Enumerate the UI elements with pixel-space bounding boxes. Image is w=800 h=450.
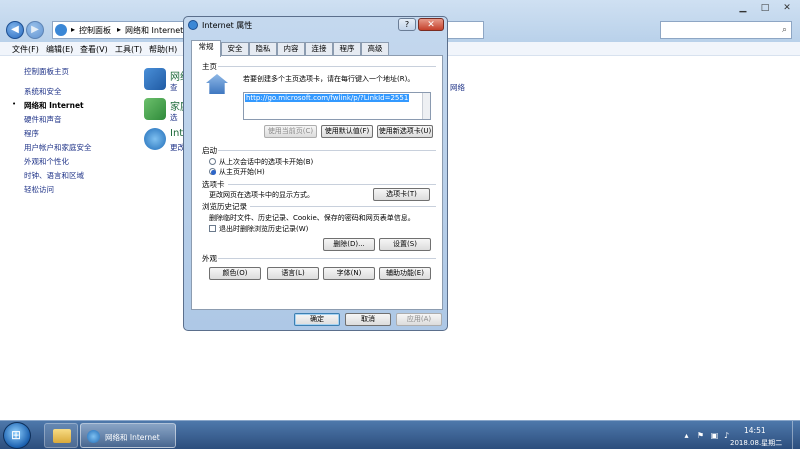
control-panel-icon: [55, 24, 67, 36]
menu-edit[interactable]: 编辑(E): [46, 44, 73, 55]
startup-group-heading: 启动: [202, 146, 217, 155]
homepage-url-field[interactable]: http://go.microsoft.com/fwlink/p/?LinkId…: [243, 92, 431, 120]
homegroup-icon: [144, 98, 166, 120]
breadcrumb-control-panel[interactable]: 控制面板: [79, 25, 111, 36]
menu-help[interactable]: 帮助(H): [149, 44, 177, 55]
show-desktop-button[interactable]: [792, 421, 800, 450]
tab-advanced[interactable]: 高级: [361, 42, 389, 56]
tabs-description: 更改网页在选项卡中的显示方式。: [209, 191, 314, 199]
dialog-title: Internet 属性: [202, 21, 253, 30]
cancel-button[interactable]: 取消: [345, 313, 391, 326]
tabs-group-heading: 选项卡: [202, 180, 225, 189]
colors-button[interactable]: 颜色(O): [209, 267, 261, 280]
sidebar-item-network[interactable]: 网络和 Internet: [24, 100, 84, 111]
use-new-tab-button[interactable]: 使用新选项卡(U): [377, 125, 433, 138]
homepage-description: 若要创建多个主页选项卡，请在每行键入一个地址(R)。: [243, 75, 415, 83]
tab-general[interactable]: 常规: [191, 40, 221, 57]
menu-file[interactable]: 文件(F): [12, 44, 39, 55]
taskbar-window-label: 网络和 Internet: [105, 433, 160, 442]
network-icon: [87, 430, 100, 443]
sidebar: 控制面板主页 系统和安全 • 网络和 Internet 硬件和声音 程序 用户帐…: [0, 56, 130, 420]
taskbar: ⊞ 网络和 Internet ▴ ⚑ ▣ ♪ 14:51 2018.08.星期二: [0, 420, 800, 450]
tab-content[interactable]: 内容: [277, 42, 305, 56]
start-button[interactable]: ⊞: [3, 422, 31, 449]
breadcrumb-separator: ▸: [117, 25, 122, 34]
clock-time[interactable]: 14:51: [744, 426, 766, 435]
delete-history-button[interactable]: 删除(D)...: [323, 238, 375, 251]
tab-privacy[interactable]: 隐私: [249, 42, 277, 56]
languages-button[interactable]: 语言(L): [267, 267, 319, 280]
tab-strip: 常规 安全 隐私 内容 连接 程序 高级: [191, 40, 443, 57]
startup-last-session-label[interactable]: 从上次会话中的选项卡开始(B): [219, 157, 313, 167]
group-divider: [228, 184, 436, 185]
internet-options-icon: [144, 128, 166, 150]
sidebar-item-clock-region[interactable]: 时钟、语言和区域: [24, 170, 84, 181]
show-hidden-icons[interactable]: ▴: [682, 431, 691, 440]
sidebar-item-user-accounts[interactable]: 用户帐户和家庭安全: [24, 142, 92, 153]
bullet-icon: •: [12, 100, 17, 108]
group-divider: [218, 150, 436, 151]
help-button[interactable]: ?: [398, 18, 416, 31]
close-button[interactable]: ✕: [418, 18, 444, 31]
apply-button[interactable]: 应用(A): [396, 313, 442, 326]
group-divider: [218, 66, 436, 67]
homepage-url-text: http://go.microsoft.com/fwlink/p/?LinkId…: [245, 94, 410, 102]
tab-security[interactable]: 安全: [221, 42, 249, 56]
internet-options-dialog: Internet 属性 ? ✕ 常规 安全 隐私 内容 连接 程序 高级 主页 …: [183, 16, 448, 331]
tabs-settings-button[interactable]: 选项卡(T): [373, 188, 430, 201]
search-input[interactable]: ⌕: [660, 21, 792, 39]
sidebar-item-appearance[interactable]: 外观和个性化: [24, 156, 69, 167]
sidebar-item-ease-of-access[interactable]: 轻松访问: [24, 184, 54, 195]
group-divider: [250, 206, 436, 207]
taskbar-active-window[interactable]: 网络和 Internet: [80, 423, 176, 448]
group-divider: [218, 258, 436, 259]
breadcrumb-separator: ▸: [71, 25, 76, 34]
startup-last-session-radio[interactable]: [209, 158, 216, 165]
appearance-group-heading: 外观: [202, 254, 217, 263]
network-tray-icon[interactable]: ▣: [710, 431, 719, 440]
history-group-heading: 浏览历史记录: [202, 202, 247, 211]
ok-button[interactable]: 确定: [294, 313, 340, 326]
close-button[interactable]: ✕: [776, 2, 798, 16]
category-link[interactable]: 查: [170, 82, 178, 93]
internet-explorer-icon: [188, 20, 198, 30]
menu-tools[interactable]: 工具(T): [115, 44, 142, 55]
tab-connections[interactable]: 连接: [305, 42, 333, 56]
minimize-button[interactable]: ▁: [732, 2, 754, 16]
network-center-icon: [144, 68, 166, 90]
scrollbar[interactable]: [422, 93, 430, 119]
delete-history-on-exit-checkbox[interactable]: [209, 225, 216, 232]
startup-homepage-radio[interactable]: [209, 168, 216, 175]
use-current-button[interactable]: 使用当前页(C): [264, 125, 317, 138]
general-tab-panel: 主页 若要创建多个主页选项卡，请在每行键入一个地址(R)。 http://go.…: [191, 55, 443, 310]
fonts-button[interactable]: 字体(N): [323, 267, 375, 280]
taskbar-explorer-button[interactable]: [44, 423, 78, 448]
use-default-button[interactable]: 使用默认值(F): [321, 125, 373, 138]
startup-homepage-label[interactable]: 从主页开始(H): [219, 167, 265, 177]
delete-history-on-exit-label[interactable]: 退出时删除浏览历史记录(W): [219, 224, 308, 234]
folder-icon: [53, 429, 71, 443]
breadcrumb-network[interactable]: 网络和 Internet: [125, 25, 183, 36]
menu-view[interactable]: 查看(V): [80, 44, 108, 55]
history-description: 删除临时文件、历史记录、Cookie、保存的密码和网页表单信息。: [209, 214, 415, 222]
search-icon: ⌕: [781, 25, 787, 35]
history-settings-button[interactable]: 设置(S): [379, 238, 431, 251]
clock-date[interactable]: 2018.08.星期二: [730, 438, 782, 448]
accessibility-button[interactable]: 辅助功能(E): [379, 267, 431, 280]
windows-logo-icon: ⊞: [11, 428, 22, 442]
maximize-button[interactable]: □: [754, 2, 776, 16]
forward-button[interactable]: ▶: [26, 21, 44, 39]
back-button[interactable]: ◀: [6, 21, 24, 39]
sidebar-item-hardware[interactable]: 硬件和声音: [24, 114, 62, 125]
sidebar-item-system-security[interactable]: 系统和安全: [24, 86, 62, 97]
homepage-group-heading: 主页: [202, 62, 217, 71]
home-icon: [206, 74, 228, 94]
category-link[interactable]: 选: [170, 112, 178, 123]
category-link[interactable]: 网络: [450, 82, 465, 93]
sidebar-item-programs[interactable]: 程序: [24, 128, 39, 139]
tab-programs[interactable]: 程序: [333, 42, 361, 56]
sidebar-item-home[interactable]: 控制面板主页: [24, 66, 69, 77]
action-center-icon[interactable]: ⚑: [696, 431, 705, 440]
